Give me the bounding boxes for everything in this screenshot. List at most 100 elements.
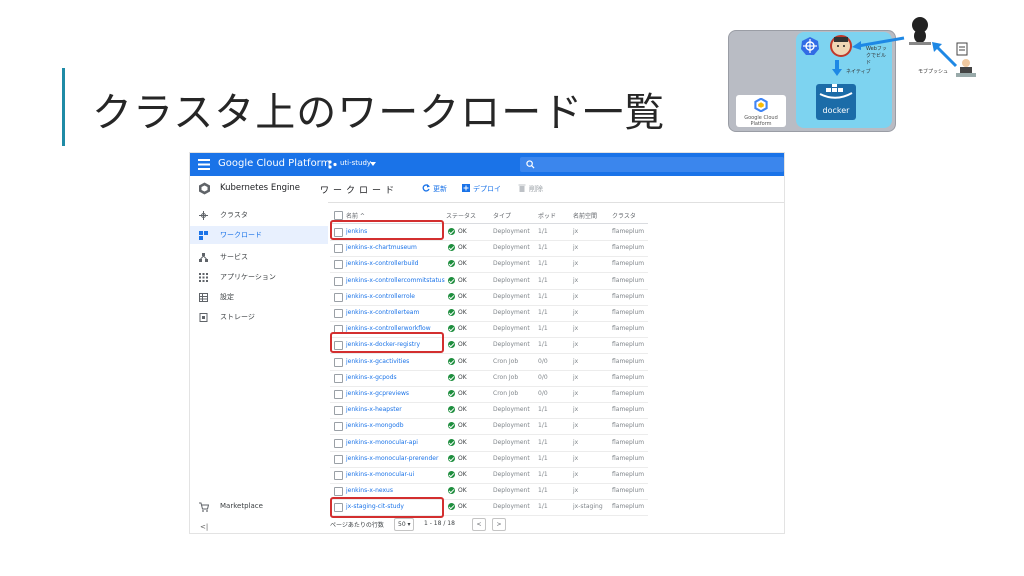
- workload-type: Deployment: [493, 487, 530, 495]
- marketplace-label: Marketplace: [220, 502, 263, 510]
- row-checkbox[interactable]: [334, 292, 343, 302]
- refresh-icon[interactable]: [422, 184, 430, 192]
- arrow-down-icon: [832, 60, 842, 76]
- nav-item-workloads[interactable]: ワークロード: [190, 226, 328, 244]
- workload-type: Deployment: [493, 406, 530, 414]
- workload-icon: [199, 231, 208, 240]
- table-row[interactable]: jenkins-x-controllerrole OK Deployment 1/1 j…: [330, 289, 648, 306]
- row-checkbox[interactable]: [334, 373, 343, 383]
- slide-title: クラスタ上のワークロード一覧: [92, 90, 666, 136]
- workload-name[interactable]: jenkins-x-monocular-ui: [346, 471, 414, 478]
- table-row[interactable]: jenkins-x-gcactivities OK Cron Job 0/0 jx fla…: [330, 354, 648, 371]
- nav-item-applications[interactable]: アプリケーション: [190, 268, 328, 286]
- ok-check-icon: [448, 406, 455, 414]
- row-checkbox[interactable]: [334, 390, 343, 399]
- workload-name[interactable]: jenkins-x-controllercommitstatus: [346, 277, 445, 284]
- workload-cluster: flameplum: [612, 341, 645, 349]
- row-checkbox[interactable]: [334, 276, 343, 286]
- workload-name[interactable]: jenkins-x-gcactivities: [346, 358, 409, 365]
- chevron-down-icon[interactable]: [370, 162, 376, 166]
- col-name[interactable]: 名前 ^: [346, 211, 365, 220]
- table-row[interactable]: jenkins-x-controllerteam OK Deployment 1/1 j…: [330, 305, 648, 322]
- workload-name[interactable]: jenkins-x-chartmuseum: [346, 244, 417, 251]
- row-checkbox[interactable]: [334, 244, 343, 254]
- table-row[interactable]: jenkins-x-monocular-ui OK Deployment 1/1 jx f…: [330, 467, 648, 484]
- rows-per-page-value: 50 ▾: [398, 521, 411, 528]
- table-row[interactable]: jenkins-x-gcpods OK Cron Job 0/0 jx flameplum: [330, 370, 648, 387]
- table-row[interactable]: jenkins-x-monocular-api OK Deployment 1/1 jx…: [330, 435, 648, 452]
- top-app-bar: Google Cloud Platform uti-study: [190, 153, 784, 176]
- workload-type: Deployment: [493, 422, 530, 430]
- workload-pods: 1/1: [538, 325, 548, 333]
- nav-item-config[interactable]: 設定: [190, 288, 328, 306]
- collapse-nav-button[interactable]: <|: [200, 523, 208, 531]
- row-checkbox[interactable]: [334, 260, 343, 270]
- col-cluster[interactable]: クラスタ: [612, 211, 636, 220]
- table-row[interactable]: jenkins-x-monocular-prerender OK Deploymen…: [330, 451, 648, 468]
- workload-name[interactable]: jenkins-x-heapster: [346, 406, 402, 413]
- workload-name[interactable]: jenkins-x-monocular-prerender: [346, 455, 438, 462]
- row-checkbox[interactable]: [334, 438, 343, 448]
- workload-name[interactable]: jenkins-x-mongodb: [346, 422, 404, 429]
- table-row[interactable]: jenkins-x-gcpreviews OK Cron Job 0/0 jx flame…: [330, 386, 648, 403]
- workload-name[interactable]: jenkins-x-controllerbuild: [346, 260, 419, 267]
- row-checkbox[interactable]: [334, 309, 343, 318]
- next-page-button[interactable]: >: [492, 518, 506, 531]
- workload-cluster: flameplum: [612, 390, 645, 397]
- nav-item-services[interactable]: サービス: [190, 248, 328, 266]
- table-row[interactable]: jenkins-x-mongodb OK Deployment 1/1 jx flamep…: [330, 418, 648, 436]
- col-pods[interactable]: ポッド: [538, 211, 556, 220]
- nav-item-marketplace[interactable]: Marketplace: [190, 498, 328, 516]
- project-selector[interactable]: uti-study: [340, 159, 371, 167]
- workload-status: OK: [458, 454, 467, 462]
- nav-item-storage[interactable]: ストレージ: [190, 308, 328, 326]
- ok-check-icon: [448, 373, 455, 381]
- workload-pods: 1/1: [538, 260, 548, 268]
- brand-name[interactable]: Google Cloud Platform: [218, 158, 330, 169]
- workload-name[interactable]: jenkins-x-gcpreviews: [346, 390, 409, 397]
- refresh-button[interactable]: 更新: [433, 184, 447, 194]
- delete-button[interactable]: 削除: [529, 184, 543, 194]
- row-checkbox[interactable]: [334, 471, 343, 480]
- highlight-jenkins: [330, 220, 444, 240]
- workload-name[interactable]: jenkins-x-gcpods: [346, 374, 397, 381]
- workload-cluster: flameplum: [612, 260, 645, 268]
- kubernetes-icon: [801, 37, 819, 55]
- workload-pods: 1/1: [538, 422, 548, 430]
- workload-pods: 0/0: [538, 373, 548, 381]
- row-checkbox[interactable]: [334, 422, 343, 432]
- workload-status: OK: [458, 341, 467, 349]
- row-checkbox[interactable]: [334, 406, 343, 416]
- row-checkbox[interactable]: [334, 357, 343, 367]
- prev-page-button[interactable]: <: [472, 518, 486, 531]
- table-row[interactable]: jenkins-x-heapster OK Deployment 1/1 jx flame…: [330, 402, 648, 420]
- deploy-button[interactable]: デプロイ: [473, 184, 501, 194]
- nav-label: ワークロード: [220, 231, 262, 239]
- nav-item-clusters[interactable]: クラスタ: [190, 206, 328, 224]
- add-icon[interactable]: [462, 184, 470, 192]
- code-document-icon: [956, 42, 968, 56]
- search-bar[interactable]: [520, 157, 784, 172]
- rows-per-page-select[interactable]: 50 ▾: [394, 518, 414, 531]
- workload-status: OK: [458, 228, 467, 235]
- col-status[interactable]: ステータス: [446, 211, 476, 220]
- workload-status: OK: [458, 325, 467, 333]
- workload-name[interactable]: jenkins-x-nexus: [346, 487, 393, 494]
- col-type[interactable]: タイプ: [493, 211, 511, 220]
- workload-name[interactable]: jenkins-x-controllerrole: [346, 293, 415, 300]
- cart-icon: [199, 502, 209, 512]
- table-row[interactable]: jenkins-x-controllercommitstatus OK Deploy…: [330, 273, 648, 290]
- workload-cluster: flameplum: [612, 244, 645, 252]
- row-checkbox[interactable]: [334, 454, 343, 464]
- menu-icon[interactable]: [198, 159, 210, 170]
- table-row[interactable]: jenkins-x-controllerbuild OK Deployment 1/1…: [330, 256, 648, 274]
- col-namespace[interactable]: 名前空間: [573, 211, 597, 220]
- workload-name[interactable]: jenkins-x-monocular-api: [346, 439, 418, 446]
- table-row[interactable]: jenkins-x-chartmuseum OK Deployment 1/1 jx fl…: [330, 240, 648, 258]
- select-all-checkbox[interactable]: [334, 211, 343, 220]
- workload-name[interactable]: jenkins-x-controllerteam: [346, 309, 419, 316]
- workload-status: OK: [458, 357, 467, 365]
- service-icon: [199, 253, 208, 262]
- workload-pods: 1/1: [538, 454, 548, 462]
- row-checkbox[interactable]: [334, 487, 343, 497]
